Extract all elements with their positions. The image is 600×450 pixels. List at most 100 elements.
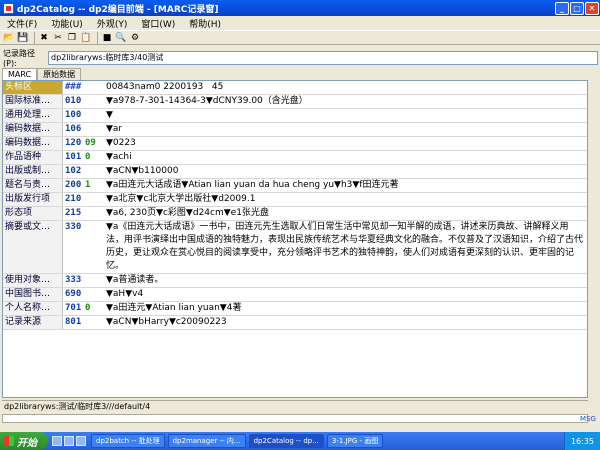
task-list: dp2batch -- 批处理 dp2manager -- 内... dp2Cata… [88, 434, 384, 448]
field-indicator[interactable] [85, 207, 103, 220]
minimize-button[interactable]: _ [555, 1, 569, 15]
copy-icon[interactable]: ❐ [66, 32, 78, 44]
paste-icon[interactable]: 📋 [80, 32, 92, 44]
field-indicator[interactable] [85, 193, 103, 206]
msg-icon[interactable]: MSG [578, 415, 598, 433]
config-icon[interactable]: ⚙ [129, 32, 141, 44]
menu-help[interactable]: 帮助(H) [182, 17, 228, 30]
taskbar-button[interactable]: dp2batch -- 批处理 [91, 434, 165, 448]
open-icon[interactable]: 📂 [3, 32, 15, 44]
clock[interactable]: 16:35 [571, 437, 594, 446]
field-content[interactable]: ▼a普通读者。 [103, 274, 587, 287]
field-indicator[interactable]: 1 [85, 179, 103, 192]
menu-window[interactable]: 窗口(W) [134, 17, 182, 30]
field-indicator[interactable] [85, 316, 103, 329]
field-indicator[interactable] [85, 165, 103, 178]
field-content[interactable]: ▼aCN▼bHarry▼c20090223 [103, 316, 587, 329]
field-tag[interactable]: 120 [63, 137, 85, 150]
menu-appearance[interactable]: 外观(Y) [90, 17, 135, 30]
field-content[interactable]: ▼aCN▼b110000 [103, 165, 587, 178]
field-tag[interactable]: 801 [63, 316, 85, 329]
field-tag[interactable]: 690 [63, 288, 85, 301]
field-content[interactable]: ▼a田连元▼Atian lian yuan▼4著 [103, 302, 587, 315]
marc-field-row[interactable]: 个人名称… 701 0 ▼a田连元▼Atian lian yuan▼4著 [3, 302, 587, 316]
field-tag[interactable]: 106 [63, 123, 85, 136]
taskbar-button[interactable]: dp2Catalog -- dp... [248, 434, 324, 448]
record-path-input[interactable]: dp2libraryws:临时库3/40测试 [48, 51, 598, 65]
field-content[interactable]: ▼a田连元大话成语▼Atian lian yuan da hua cheng y… [103, 179, 587, 192]
field-tag[interactable]: 100 [63, 109, 85, 122]
marc-field-row[interactable]: 编码数据… 120 09 ▼0223 [3, 137, 587, 151]
field-tag[interactable]: 333 [63, 274, 85, 287]
field-tag[interactable]: 215 [63, 207, 85, 220]
ie-icon[interactable] [52, 436, 62, 446]
field-content[interactable]: ▼a978-7-301-14364-3▼dCNY39.00（含光盘） [103, 95, 587, 108]
field-name: 摘要或文… [3, 221, 63, 273]
field-content[interactable]: 00843nam0 2200193 45 [103, 81, 587, 94]
marc-field-row[interactable]: 摘要或文… 330 ▼a《田连元大话成语》一书中，田连元先生选取人们日常生活中常见却… [3, 221, 587, 274]
search-icon[interactable]: 🔍 [115, 32, 127, 44]
start-button[interactable]: 开始 [0, 432, 48, 450]
field-indicator[interactable]: 0 [85, 302, 103, 315]
field-content[interactable]: ▼a6, 230页▼c彩图▼d24cm▼e1张光盘 [103, 207, 587, 220]
marc-field-row[interactable]: 中国图书… 690 ▼aH▼v4 [3, 288, 587, 302]
record-path-label: 记录路径(P): [3, 49, 35, 68]
tab-raw-data[interactable]: 原始数据 [37, 68, 82, 80]
marc-header-row[interactable]: 头标区 ### 00843nam0 2200193 45 [3, 81, 587, 95]
field-content[interactable]: ▼ [103, 109, 587, 122]
field-content[interactable]: ▼a《田连元大话成语》一书中，田连元先生选取人们日常生活中常见却一知半解的成语，… [103, 221, 587, 273]
field-content[interactable]: ▼0223 [103, 137, 587, 150]
field-content[interactable]: ▼achi [103, 151, 587, 164]
start-label: 开始 [17, 437, 37, 449]
marc-editor[interactable]: 头标区 ### 00843nam0 2200193 45 国际标准… 010 ▼a9… [2, 80, 588, 398]
marc-field-row[interactable]: 出版或制… 102 ▼aCN▼b110000 [3, 165, 587, 179]
field-name: 出版发行项 [3, 193, 63, 206]
menu-file[interactable]: 文件(F) [0, 17, 44, 30]
field-indicator [85, 81, 103, 94]
taskbar-button[interactable]: dp2manager -- 内... [167, 434, 246, 448]
field-tag[interactable]: 101 [63, 151, 85, 164]
marc-field-row[interactable]: 国际标准… 010 ▼a978-7-301-14364-3▼dCNY39.00（含光… [3, 95, 587, 109]
field-tag[interactable]: ### [63, 81, 85, 94]
field-tag[interactable]: 330 [63, 221, 85, 273]
field-indicator[interactable] [85, 109, 103, 122]
save-icon[interactable]: 💾 [17, 32, 29, 44]
field-indicator[interactable]: 0 [85, 151, 103, 164]
delete-icon[interactable]: ✖ [38, 32, 50, 44]
maximize-button[interactable]: □ [570, 1, 584, 15]
field-content[interactable]: ▼aH▼v4 [103, 288, 587, 301]
field-tag[interactable]: 200 [63, 179, 85, 192]
title-bar[interactable]: dp2Catalog -- dp2编目前端 - [MARC记录窗] _ □ ✕ [0, 0, 600, 16]
marc-field-row[interactable]: 记录来源 801 ▼aCN▼bHarry▼c20090223 [3, 316, 587, 330]
menu-function[interactable]: 功能(U) [44, 17, 90, 30]
field-indicator[interactable] [85, 288, 103, 301]
field-indicator[interactable] [85, 274, 103, 287]
field-content[interactable]: ▼ar [103, 123, 587, 136]
marc-field-row[interactable]: 题名与责… 200 1 ▼a田连元大话成语▼Atian lian yuan da hu… [3, 179, 587, 193]
marc-field-row[interactable]: 通用处理… 100 ▼ [3, 109, 587, 123]
marc-field-row[interactable]: 形态项 215 ▼a6, 230页▼c彩图▼d24cm▼e1张光盘 [3, 207, 587, 221]
field-tag[interactable]: 701 [63, 302, 85, 315]
progress-bar [2, 414, 588, 423]
field-name: 通用处理… [3, 109, 63, 122]
toolbar: 📂 💾 ✖ ✂ ❐ 📋 ■ 🔍 ⚙ [0, 30, 600, 45]
close-button[interactable]: ✕ [585, 1, 599, 15]
tab-marc[interactable]: MARC [2, 68, 38, 80]
field-tag[interactable]: 010 [63, 95, 85, 108]
field-tag[interactable]: 210 [63, 193, 85, 206]
marc-field-row[interactable]: 使用对象… 333 ▼a普通读者。 [3, 274, 587, 288]
taskbar-button[interactable]: 3-1.JPG - 画图 [326, 434, 384, 448]
field-indicator[interactable] [85, 221, 103, 273]
marc-field-row[interactable]: 作品语种 101 0 ▼achi [3, 151, 587, 165]
field-indicator[interactable]: 09 [85, 137, 103, 150]
field-tag[interactable]: 102 [63, 165, 85, 178]
marc-field-row[interactable]: 编码数据… 106 ▼ar [3, 123, 587, 137]
desktop-icon[interactable] [64, 436, 74, 446]
field-indicator[interactable] [85, 123, 103, 136]
marc-field-row[interactable]: 出版发行项 210 ▼a北京▼c北京大学出版社▼d2009.1 [3, 193, 587, 207]
field-indicator[interactable] [85, 95, 103, 108]
record-icon[interactable]: ■ [101, 32, 113, 44]
cut-icon[interactable]: ✂ [52, 32, 64, 44]
media-icon[interactable] [76, 436, 86, 446]
field-content[interactable]: ▼a北京▼c北京大学出版社▼d2009.1 [103, 193, 587, 206]
